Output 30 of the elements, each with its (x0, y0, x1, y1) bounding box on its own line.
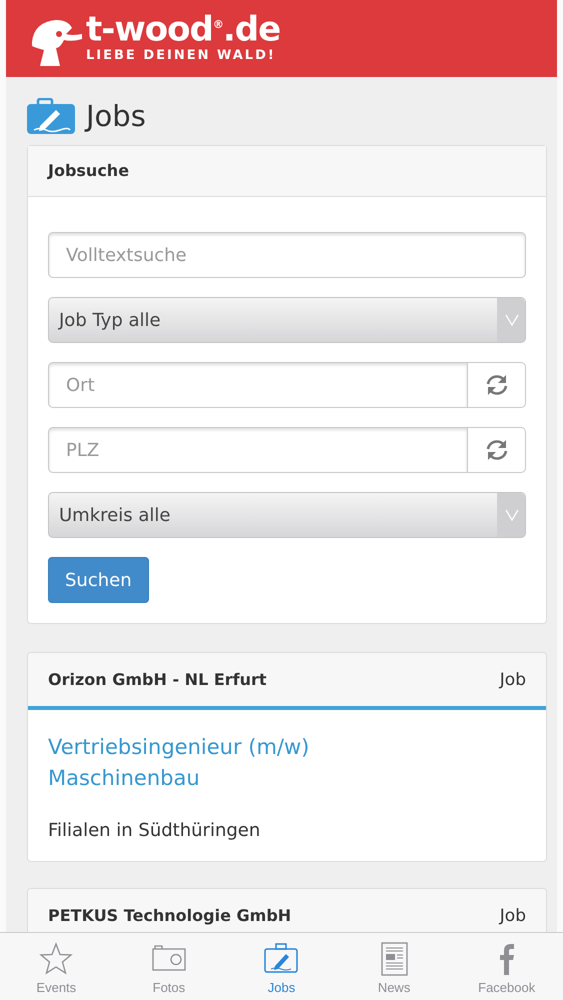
caret-icon (504, 314, 518, 326)
refresh-icon (484, 373, 508, 397)
input-field[interactable]: Ort (48, 362, 468, 408)
company-name: PETKUS Technologie GmbH (48, 906, 292, 925)
caret-icon (504, 509, 518, 521)
job-title-link[interactable]: Vertriebsingenieur (m/w) Maschinenbau (48, 732, 348, 794)
search-field[interactable]: Volltextsuche (48, 232, 526, 278)
job-type: Job (500, 906, 526, 926)
page-title: Jobs (86, 99, 146, 133)
brand-name: t-wood$^{®}$.de (86, 8, 280, 48)
tab-item[interactable]: Jobs (225, 933, 338, 1000)
refresh-button[interactable] (468, 362, 526, 408)
job-location: Filialen in Südthüringen (48, 820, 262, 841)
refresh-button[interactable] (468, 427, 526, 473)
search-button[interactable]: Suchen (48, 557, 149, 603)
briefcase-icon (26, 98, 76, 134)
tab-item[interactable]: Facebook (450, 933, 563, 1000)
briefcase-icon (264, 942, 298, 976)
refresh-icon (484, 438, 508, 462)
card-title: Jobsuche (28, 146, 546, 197)
company-name: Orizon GmbH - NL Erfurt (48, 670, 267, 689)
job-type: Job (500, 670, 526, 690)
dropdown[interactable]: Job Typ alle (48, 297, 526, 343)
tab-item[interactable]: Events (0, 933, 113, 1000)
dropdown[interactable]: Umkreis alle (48, 492, 526, 538)
brand-slogan: LIEBE DEINEN WALD! (86, 48, 277, 64)
tab-item[interactable]: News (338, 933, 450, 1000)
input-field[interactable]: PLZ (48, 427, 468, 473)
star-icon (39, 942, 74, 976)
tab-item[interactable]: Fotos (112, 933, 226, 1000)
